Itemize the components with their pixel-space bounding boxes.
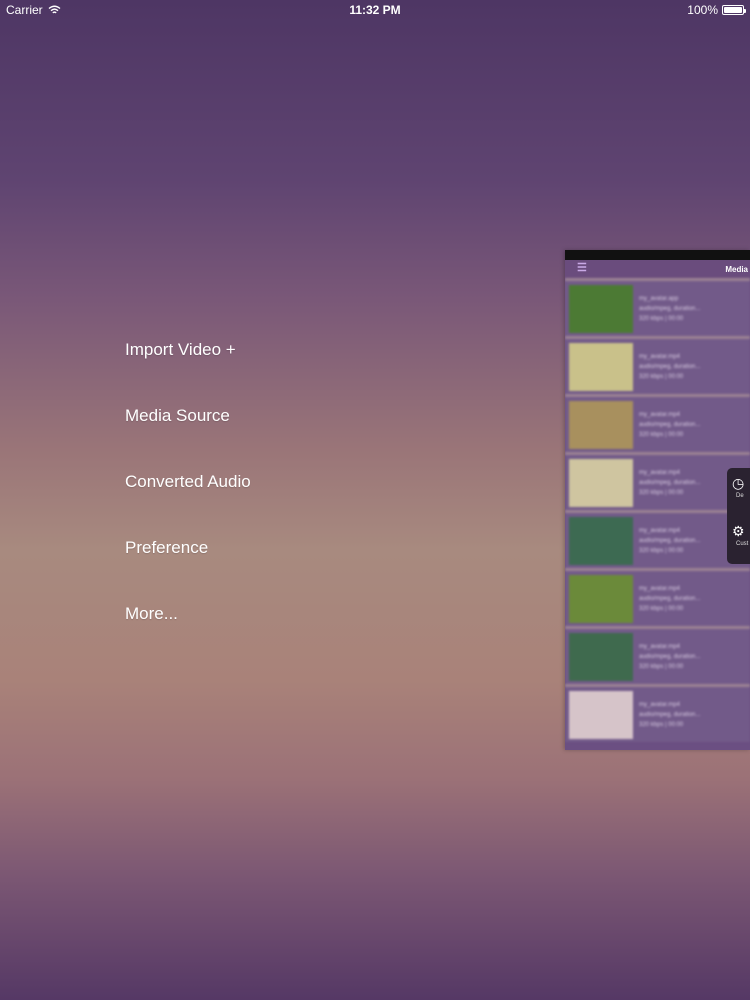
media-list-item[interactable]: my_avatar.mp4 audio/mpeg, duration... 320 … — [565, 626, 750, 684]
media-list-item[interactable]: my_avatar.app audio/mpeg, duration... 320 … — [565, 278, 750, 336]
media-item-line: 320 kbps | 00:00 — [639, 431, 684, 438]
media-item-text: my_avatar.mp4 audio/mpeg, duration... 320 … — [639, 584, 700, 614]
floating-toolbar: ◷ De ⚙ Cust — [727, 468, 750, 564]
battery-level — [724, 7, 742, 13]
media-item-line: my_avatar.mp4 — [639, 701, 681, 708]
clock: 11:32 PM — [349, 3, 401, 17]
video-thumbnail — [569, 400, 633, 449]
tool-cust[interactable]: ⚙ Cust — [732, 524, 750, 548]
video-thumbnail — [569, 284, 633, 333]
preview-nav-bar: ☰ Media — [565, 260, 750, 278]
tool-cust-label: Cust — [736, 541, 749, 547]
video-thumbnail — [569, 690, 633, 739]
clock-icon: ◷ — [732, 475, 745, 491]
media-item-line: my_avatar.mp4 — [639, 411, 681, 418]
media-item-line: 320 kbps | 00:00 — [639, 721, 684, 728]
media-item-line: audio/mpeg, duration... — [639, 421, 701, 428]
preview-media-list: my_avatar.app audio/mpeg, duration... 320 … — [565, 278, 750, 742]
media-item-line: audio/mpeg, duration... — [639, 305, 701, 312]
video-thumbnail — [569, 574, 633, 623]
media-item-text: my_avatar.mp4 audio/mpeg, duration... 320 … — [639, 352, 700, 382]
battery-icon — [722, 5, 746, 15]
video-thumbnail — [569, 458, 633, 507]
media-item-line: audio/mpeg, duration... — [639, 711, 701, 718]
preview-title: Media — [725, 265, 748, 274]
media-item-text: my_avatar.mp4 audio/mpeg, duration... 320 … — [639, 468, 700, 498]
video-thumbnail — [569, 632, 633, 681]
video-thumbnail — [569, 516, 633, 565]
gear-icon: ⚙ — [732, 523, 745, 539]
content-preview-panel[interactable]: ☰ Media my_avatar.app audio/mpeg, duratio… — [565, 250, 750, 750]
media-list-item[interactable]: my_avatar.mp4 audio/mpeg, duration... 320 … — [565, 452, 750, 510]
status-right: 100% — [687, 3, 746, 17]
media-item-text: my_avatar.mp4 audio/mpeg, duration... 320 … — [639, 700, 700, 730]
media-item-line: audio/mpeg, duration... — [639, 537, 701, 544]
media-item-line: my_avatar.mp4 — [639, 469, 681, 476]
media-item-line: my_avatar.mp4 — [639, 527, 681, 534]
media-item-text: my_avatar.app audio/mpeg, duration... 320 … — [639, 294, 700, 324]
tool-de-label: De — [736, 493, 744, 499]
media-item-line: audio/mpeg, duration... — [639, 595, 701, 602]
menu-item-media-source[interactable]: Media Source — [125, 406, 251, 472]
media-item-line: 320 kbps | 00:00 — [639, 663, 684, 670]
media-item-line: 320 kbps | 00:00 — [639, 315, 684, 322]
media-item-line: 320 kbps | 00:00 — [639, 605, 684, 612]
status-bar: Carrier 11:32 PM 100% — [0, 0, 750, 20]
menu-hamburger-icon[interactable]: ☰ — [577, 263, 587, 274]
media-item-line: my_avatar.mp4 — [639, 643, 681, 650]
menu-item-import-video[interactable]: Import Video + — [125, 340, 251, 406]
tool-de[interactable]: ◷ De — [732, 476, 750, 500]
media-list-item[interactable]: my_avatar.mp4 audio/mpeg, duration... 320 … — [565, 510, 750, 568]
media-item-line: 320 kbps | 00:00 — [639, 373, 684, 380]
media-item-line: 320 kbps | 00:00 — [639, 489, 684, 496]
media-item-line: audio/mpeg, duration... — [639, 479, 701, 486]
media-list-item[interactable]: my_avatar.mp4 audio/mpeg, duration... 320 … — [565, 684, 750, 742]
menu-item-more[interactable]: More... — [125, 604, 251, 670]
media-item-line: 320 kbps | 00:00 — [639, 547, 684, 554]
menu-item-converted-audio[interactable]: Converted Audio — [125, 472, 251, 538]
side-menu: Import Video + Media Source Converted Au… — [125, 340, 251, 670]
video-thumbnail — [569, 342, 633, 391]
menu-item-preference[interactable]: Preference — [125, 538, 251, 604]
media-item-text: my_avatar.mp4 audio/mpeg, duration... 320 … — [639, 526, 700, 556]
battery-percent: 100% — [687, 3, 718, 17]
media-item-line: my_avatar.mp4 — [639, 353, 681, 360]
media-item-line: audio/mpeg, duration... — [639, 653, 701, 660]
media-item-text: my_avatar.mp4 audio/mpeg, duration... 320 … — [639, 642, 700, 672]
preview-status-bar — [565, 250, 750, 260]
media-list-item[interactable]: my_avatar.mp4 audio/mpeg, duration... 320 … — [565, 394, 750, 452]
media-list-item[interactable]: my_avatar.mp4 audio/mpeg, duration... 320 … — [565, 568, 750, 626]
media-item-line: my_avatar.mp4 — [639, 585, 681, 592]
media-item-line: audio/mpeg, duration... — [639, 363, 701, 370]
media-list-item[interactable]: my_avatar.mp4 audio/mpeg, duration... 320 … — [565, 336, 750, 394]
media-item-text: my_avatar.mp4 audio/mpeg, duration... 320 … — [639, 410, 700, 440]
media-item-line: my_avatar.app — [639, 295, 679, 302]
